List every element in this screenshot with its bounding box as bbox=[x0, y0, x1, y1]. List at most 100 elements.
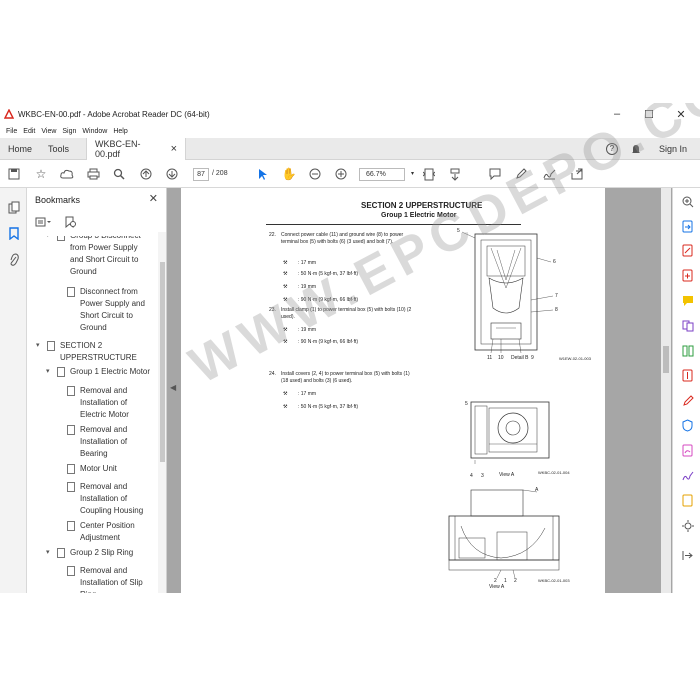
menu-bar: File Edit View Sign Window Help bbox=[0, 125, 700, 138]
create-pdf-icon[interactable] bbox=[680, 268, 695, 283]
pen-icon[interactable] bbox=[512, 165, 530, 183]
bookmark-icon[interactable] bbox=[6, 226, 21, 241]
next-page-icon[interactable] bbox=[163, 165, 181, 183]
spec-line: : 90 N·m (9 kgf·m, 66 lbf·ft) bbox=[298, 297, 359, 303]
spec-line: : 17 mm bbox=[298, 260, 317, 266]
zoom-icon[interactable] bbox=[680, 194, 695, 209]
bookmark-page-icon bbox=[67, 464, 75, 474]
document-tab-label: WKBC-EN-00.pdf bbox=[95, 139, 141, 159]
send-sign-icon[interactable] bbox=[680, 468, 695, 483]
bookmarks-scrollbar[interactable] bbox=[158, 232, 166, 593]
page-thumbnails-icon[interactable] bbox=[6, 200, 21, 215]
star-icon[interactable]: ☆ bbox=[32, 165, 50, 183]
zoom-level-select[interactable]: 66.7% ▾ bbox=[359, 168, 414, 181]
menu-help[interactable]: Help bbox=[113, 128, 127, 135]
heading-rule bbox=[266, 224, 521, 225]
comment-icon[interactable] bbox=[680, 293, 695, 308]
title-bar: WKBC-EN-00.pdf - Adobe Acrobat Reader DC… bbox=[0, 103, 700, 125]
print-icon[interactable] bbox=[84, 165, 102, 183]
bookmark-page-icon bbox=[67, 566, 75, 576]
redact-icon[interactable] bbox=[680, 393, 695, 408]
collapse-left-icon[interactable]: ◀ bbox=[170, 383, 176, 392]
bookmarks-title: Bookmarks bbox=[35, 195, 81, 205]
notifications-bell-icon[interactable] bbox=[631, 138, 641, 160]
wrench-icon: ⚒ bbox=[283, 327, 288, 333]
edit-pdf-icon[interactable] bbox=[680, 243, 695, 258]
chevron-down-icon: ▾ bbox=[46, 236, 50, 242]
figure-code: WKBC-02-01-003 bbox=[538, 578, 570, 583]
step-number: 24. bbox=[269, 371, 276, 377]
zoom-out-icon[interactable] bbox=[306, 165, 324, 183]
acrobat-window: WKBC-EN-00.pdf - Adobe Acrobat Reader DC… bbox=[0, 103, 700, 593]
maximize-button[interactable]: ☐ bbox=[634, 103, 664, 125]
callout-label: 2 bbox=[514, 578, 517, 584]
detail-label: Detail B bbox=[511, 355, 529, 361]
bookmark-page-icon bbox=[57, 236, 65, 241]
menu-window[interactable]: Window bbox=[82, 128, 107, 135]
spec-line: : 50 N·m (5 kgf·m, 37 lbf·ft) bbox=[298, 404, 359, 410]
scrollbar-thumb[interactable] bbox=[160, 262, 165, 462]
more-tools-icon[interactable] bbox=[680, 493, 695, 508]
attachment-icon[interactable] bbox=[6, 252, 21, 267]
search-icon[interactable] bbox=[110, 165, 128, 183]
page-total: / 208 bbox=[212, 170, 228, 177]
close-tab-icon[interactable]: × bbox=[171, 143, 177, 155]
torque-icon: ⚒ bbox=[283, 297, 288, 303]
combine-icon[interactable] bbox=[680, 318, 695, 333]
bookmark-page-icon bbox=[67, 386, 75, 396]
wrench-icon: ⚒ bbox=[283, 284, 288, 290]
sign-icon[interactable] bbox=[540, 165, 558, 183]
close-window-button[interactable]: ✕ bbox=[666, 103, 696, 125]
tab-home[interactable]: Home bbox=[8, 138, 32, 160]
terminal-box-figure bbox=[461, 231, 554, 354]
spec-line: : 50 N·m (5 kgf·m, 37 lbf·ft) bbox=[298, 271, 359, 277]
bookmark-page-icon bbox=[67, 521, 75, 531]
document-scrollbar[interactable] bbox=[661, 188, 671, 593]
save-icon[interactable] bbox=[5, 165, 23, 183]
find-bookmark-icon[interactable] bbox=[65, 216, 77, 230]
chevron-down-icon: ▾ bbox=[410, 171, 414, 177]
organize-icon[interactable] bbox=[680, 343, 695, 358]
tab-tools[interactable]: Tools bbox=[48, 138, 69, 160]
protect-icon[interactable] bbox=[680, 418, 695, 433]
bookmark-page-icon bbox=[67, 287, 75, 297]
scrollbar-thumb[interactable] bbox=[663, 346, 669, 373]
menu-view[interactable]: View bbox=[41, 128, 56, 135]
menu-sign[interactable]: Sign bbox=[62, 128, 76, 135]
step-number: 22. bbox=[269, 232, 276, 238]
select-cursor-icon[interactable] bbox=[254, 165, 272, 183]
help-icon[interactable]: ? bbox=[606, 138, 618, 160]
fill-sign-icon[interactable] bbox=[680, 443, 695, 458]
bookmark-page-icon bbox=[67, 482, 75, 492]
bookmark-tree: ▾ Group 3 Disconnect from Power Supply a… bbox=[27, 236, 159, 593]
export-pdf-icon[interactable] bbox=[680, 219, 695, 234]
bookmark-page-icon bbox=[57, 548, 65, 558]
wrench-icon: ⚒ bbox=[283, 260, 288, 266]
scroll-mode-icon[interactable] bbox=[446, 165, 464, 183]
comment-icon[interactable] bbox=[486, 165, 504, 183]
settings-icon[interactable] bbox=[680, 518, 695, 533]
share-icon[interactable] bbox=[568, 165, 586, 183]
menu-file[interactable]: File bbox=[6, 128, 17, 135]
callout-label: 3 bbox=[481, 473, 484, 479]
torque-icon: ⚒ bbox=[283, 339, 288, 345]
tab-document[interactable]: WKBC-EN-00.pdf × bbox=[86, 138, 186, 160]
minimize-button[interactable]: – bbox=[602, 103, 632, 125]
menu-edit[interactable]: Edit bbox=[23, 128, 35, 135]
expand-icon[interactable] bbox=[680, 548, 695, 563]
wrench-icon: ⚒ bbox=[283, 391, 288, 397]
motor-side-figure bbox=[448, 489, 560, 579]
sign-in-button[interactable]: Sign In bbox=[659, 138, 687, 160]
hand-icon[interactable]: ✋ bbox=[280, 165, 298, 183]
compress-icon[interactable] bbox=[680, 368, 695, 383]
fit-page-icon[interactable] bbox=[420, 165, 438, 183]
close-panel-icon[interactable]: ✕ bbox=[149, 192, 158, 205]
cloud-upload-icon[interactable] bbox=[58, 165, 76, 183]
bookmark-options-icon[interactable] bbox=[35, 216, 51, 230]
bookmark-page-icon bbox=[47, 341, 55, 351]
callout-label: 8 bbox=[555, 307, 558, 313]
bookmark-page-icon bbox=[67, 425, 75, 435]
prev-page-icon[interactable] bbox=[137, 165, 155, 183]
page-number-input[interactable]: 87 bbox=[193, 168, 209, 181]
zoom-in-icon[interactable] bbox=[332, 165, 350, 183]
